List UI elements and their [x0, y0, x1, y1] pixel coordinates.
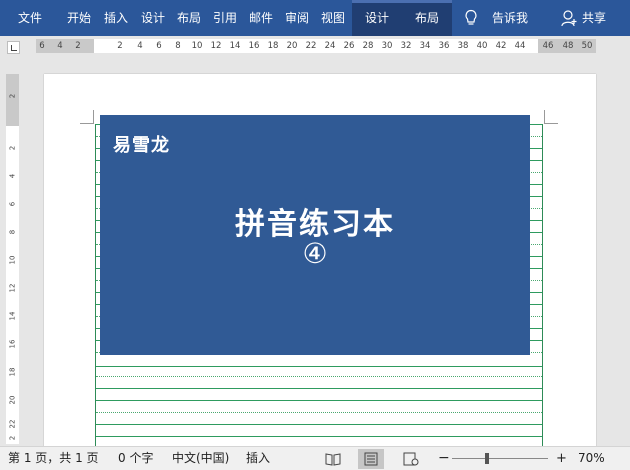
ruler-label: 22: [8, 419, 17, 429]
ruler-label: 16: [8, 339, 17, 349]
status-bar: 第 1 页，共 1 页 0 个字 中文(中国) 插入 − + 70%: [0, 446, 630, 470]
ruler-label: 10: [191, 41, 203, 51]
tab-home[interactable]: 开始: [60, 0, 98, 36]
tab-design[interactable]: 设计: [136, 0, 170, 36]
vertical-ruler[interactable]: 2 2 4 6 8 10 12 14 16 18 20 22 2: [6, 74, 19, 444]
ruler-label: 18: [8, 367, 17, 377]
tab-file[interactable]: 文件: [8, 0, 52, 36]
ruler-label: 8: [8, 229, 17, 235]
cover-block[interactable]: 易雪龙 拼音练习本 ④: [100, 115, 530, 355]
zoom-out-button[interactable]: −: [438, 447, 450, 470]
read-mode-icon[interactable]: [320, 449, 346, 469]
ribbon-tab-bar: 文件 开始 插入 设计 布局 引用 邮件 审阅 视图 设计 布局 告诉我 共享: [0, 0, 630, 36]
tell-me-search[interactable]: 告诉我: [486, 0, 534, 36]
person-icon: [560, 0, 578, 36]
tab-insert[interactable]: 插入: [100, 0, 132, 36]
print-layout-icon[interactable]: [358, 449, 384, 469]
ruler-label: 2: [8, 145, 17, 151]
ruler-label: 50: [581, 41, 593, 51]
brand-logo-text: 易雪龙: [113, 135, 170, 156]
ruler-label: 32: [400, 41, 412, 51]
ruler-label: 18: [267, 41, 279, 51]
ruler-label: 36: [438, 41, 450, 51]
lightbulb-icon[interactable]: [462, 0, 480, 36]
ruler-label: 6: [39, 41, 45, 51]
ruler-label: 2: [8, 93, 17, 99]
tab-stop-selector[interactable]: [7, 41, 20, 54]
tab-references[interactable]: 引用: [208, 0, 242, 36]
word-window: 文件 开始 插入 设计 布局 引用 邮件 审阅 视图 设计 布局 告诉我 共享: [0, 0, 630, 470]
ruler-label: 34: [419, 41, 431, 51]
grid-line: [96, 366, 542, 367]
ruler-label: 46: [542, 41, 554, 51]
ruler-label: 16: [248, 41, 260, 51]
ruler-label: 4: [57, 41, 63, 51]
tab-view[interactable]: 视图: [316, 0, 350, 36]
ruler-label: 10: [8, 255, 17, 265]
insert-mode[interactable]: 插入: [246, 447, 270, 470]
tab-layout[interactable]: 布局: [172, 0, 206, 36]
grid-dotted-line: [96, 376, 542, 377]
crop-mark: [544, 110, 558, 124]
ruler-label: 6: [8, 201, 17, 207]
ruler-label: 30: [381, 41, 393, 51]
ruler-label: 12: [210, 41, 222, 51]
ruler-label: 4: [137, 41, 143, 51]
ruler-label: 4: [8, 173, 17, 179]
ruler-label: 20: [8, 395, 17, 405]
ruler-label: 2: [117, 41, 123, 51]
ruler-label: 6: [156, 41, 162, 51]
ruler-label: 48: [562, 41, 574, 51]
tab-table-layout[interactable]: 布局: [408, 0, 446, 36]
ruler-label: 14: [8, 311, 17, 321]
ruler-label: 40: [476, 41, 488, 51]
tab-table-design[interactable]: 设计: [358, 0, 396, 36]
ruler-label: 8: [175, 41, 181, 51]
grid-line: [96, 400, 542, 401]
horizontal-ruler[interactable]: 6 4 2 2 4 6 8 10 12 14 16 18 20 22 24 26…: [36, 39, 596, 53]
zoom-in-button[interactable]: +: [556, 447, 567, 470]
ruler-label: 44: [514, 41, 526, 51]
share-button[interactable]: 共享: [578, 0, 610, 36]
volume-number: ④: [302, 237, 328, 270]
ruler-label: 38: [457, 41, 469, 51]
tab-review[interactable]: 审阅: [280, 0, 314, 36]
zoom-level[interactable]: 70%: [578, 447, 605, 470]
web-layout-icon[interactable]: [398, 449, 424, 469]
grid-line: [96, 388, 542, 389]
grid-dotted-line: [96, 412, 542, 413]
page-count[interactable]: 第 1 页，共 1 页: [8, 447, 99, 470]
tab-mailings[interactable]: 邮件: [244, 0, 278, 36]
ruler-label: 20: [286, 41, 298, 51]
language-indicator[interactable]: 中文(中国): [172, 447, 229, 470]
ruler-label: 42: [495, 41, 507, 51]
crop-mark: [80, 110, 94, 124]
ruler-label: 12: [8, 283, 17, 293]
zoom-slider[interactable]: [452, 453, 548, 464]
ruler-label: 2: [75, 41, 81, 51]
ruler-label: 2: [8, 435, 17, 441]
ruler-label: 26: [343, 41, 355, 51]
ruler-label: 28: [362, 41, 374, 51]
grid-line: [96, 436, 542, 437]
zoom-slider-thumb[interactable]: [485, 453, 489, 464]
ruler-label: 22: [305, 41, 317, 51]
ruler-label: 14: [229, 41, 241, 51]
ruler-label: 24: [324, 41, 336, 51]
grid-line: [96, 424, 542, 425]
word-count[interactable]: 0 个字: [118, 447, 153, 470]
